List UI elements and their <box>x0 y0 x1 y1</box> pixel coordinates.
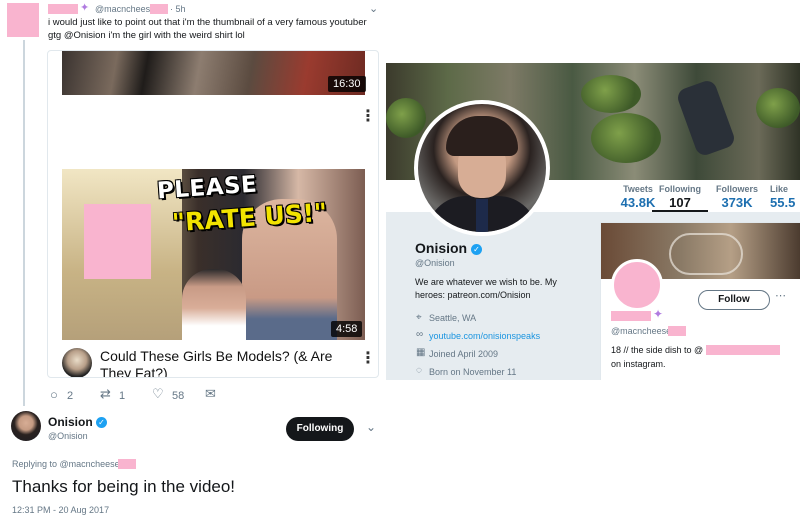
video-thumbnail-top[interactable] <box>62 51 365 95</box>
retweet-icon[interactable]: ⇄ <box>100 386 111 402</box>
suggested-bio-redacted <box>706 345 780 355</box>
follow-button[interactable]: Follow <box>698 290 770 310</box>
video-duration-main: 4:58 <box>331 321 363 337</box>
following-button[interactable]: Following <box>286 417 354 441</box>
stat-label: Like <box>770 184 789 194</box>
more-options-icon[interactable]: ⋮ <box>360 109 376 125</box>
sparkles-icon-2: ✦ <box>653 307 664 321</box>
avatar-hair <box>446 116 518 156</box>
profile-name-text: Onision <box>415 240 468 256</box>
suggested-handle[interactable]: @macncheese <box>611 326 671 336</box>
face-redacted <box>84 204 151 279</box>
avatar-tie <box>476 199 488 232</box>
tweet-author-handle[interactable]: @macncheese <box>95 4 155 14</box>
tweet-text-line1: i would just like to point out that i'm … <box>48 17 367 28</box>
profile-website[interactable]: youtube.com/onisionspeaks <box>429 331 540 341</box>
thumbnail-text-please: PLEASE <box>156 171 259 205</box>
handle-redacted <box>150 4 168 14</box>
chevron-down-icon[interactable]: ⌄ <box>369 2 378 15</box>
like-count: 58 <box>172 390 185 402</box>
banner-rock <box>386 98 426 138</box>
replying-to-redacted <box>118 459 136 469</box>
tweet-text-line2: gtg @Onision i'm the girl with the weird… <box>48 30 245 41</box>
bicycle-icon <box>669 233 743 275</box>
suggested-bio-prefix: 18 // the side dish to @ <box>611 345 704 355</box>
stat-label: Followers <box>715 184 758 194</box>
stat-following[interactable]: Following 107 <box>652 184 708 212</box>
link-icon: ∞ <box>416 329 424 340</box>
banner-rock <box>756 88 800 128</box>
banner-figure <box>675 78 737 158</box>
display-name-redacted[interactable] <box>48 4 78 14</box>
video-thumbnail-main[interactable]: PLEASE "RATE US!" 4:58 <box>62 169 365 340</box>
banner-rock <box>591 113 661 163</box>
banner-rock <box>581 75 641 113</box>
avatar-redacted[interactable] <box>7 3 39 37</box>
chevron-down-icon-2[interactable]: ⌄ <box>366 420 376 434</box>
calendar-icon: ▦ <box>416 347 426 358</box>
message-icon[interactable]: ✉ <box>205 386 216 402</box>
verified-icon-2: ✓ <box>96 417 108 429</box>
profile-name[interactable]: Onision ✓ <box>415 240 483 256</box>
video-title[interactable]: Could These Girls Be Models? (& Are They… <box>100 348 345 377</box>
thread-line <box>23 40 25 406</box>
profile-birthday: Born on November 11 <box>429 367 517 377</box>
profile-location: Seattle, WA <box>429 313 477 323</box>
reply-author-handle[interactable]: @Onision <box>48 431 88 441</box>
suggested-avatar-redacted[interactable] <box>611 259 663 311</box>
retweet-count: 1 <box>119 390 126 402</box>
suggested-name-redacted <box>611 311 651 321</box>
tweet-time[interactable]: · 5h <box>170 4 186 14</box>
reply-timestamp[interactable]: 12:31 PM - 20 Aug 2017 <box>12 505 109 515</box>
more-options-icon-2[interactable]: ⋮ <box>360 351 376 367</box>
reply-author[interactable]: Onision ✓ <box>48 415 108 429</box>
like-icon[interactable]: ♡ <box>152 386 164 402</box>
sparkles-icon: ✦ <box>80 2 90 14</box>
stat-likes[interactable]: Like 55.5 <box>770 184 800 210</box>
location-icon: ⌖ <box>416 312 422 323</box>
suggested-handle-redacted <box>668 326 686 336</box>
more-options-icon-3[interactable]: ⋯ <box>775 289 786 302</box>
stat-value: 55.5 <box>770 195 796 210</box>
profile-joined: Joined April 2009 <box>429 349 499 359</box>
stat-value: 373K <box>721 195 753 210</box>
reply-count: 2 <box>67 390 74 402</box>
suggested-profile-card[interactable]: Follow ⋯ ✦ @macncheese 18 // the side di… <box>600 222 800 380</box>
replying-to-text[interactable]: Replying to @macncheese <box>12 459 120 469</box>
balloon-icon: ◌ <box>416 365 422 376</box>
thumbnail-man <box>182 269 246 340</box>
stat-followers[interactable]: Followers 373K <box>708 184 766 210</box>
stat-label: Following <box>659 184 701 194</box>
profile-screenshot[interactable]: Tweets 43.8K Following 107 Followers 373… <box>386 63 800 380</box>
reply-text: Thanks for being in the video! <box>12 477 236 496</box>
stat-value: 107 <box>669 195 691 210</box>
replying-to: Replying to @macncheese <box>12 459 120 469</box>
reply-author-name: Onision <box>48 415 93 429</box>
video-screenshot[interactable]: 16:30 ⋮ PLEASE "RATE US!" 4:58 Could The… <box>47 50 379 378</box>
video-duration-top: 16:30 <box>328 76 366 92</box>
reply-avatar[interactable] <box>11 411 41 441</box>
reply-icon[interactable]: ○ <box>50 387 58 402</box>
suggested-bio-suffix: on instagram. <box>611 359 666 369</box>
profile-handle[interactable]: @Onision <box>415 258 455 268</box>
channel-avatar[interactable] <box>62 348 92 377</box>
profile-bio: We are whatever we wish to be. My heroes… <box>415 277 557 300</box>
profile-avatar[interactable] <box>414 100 550 236</box>
verified-icon: ✓ <box>471 243 483 255</box>
